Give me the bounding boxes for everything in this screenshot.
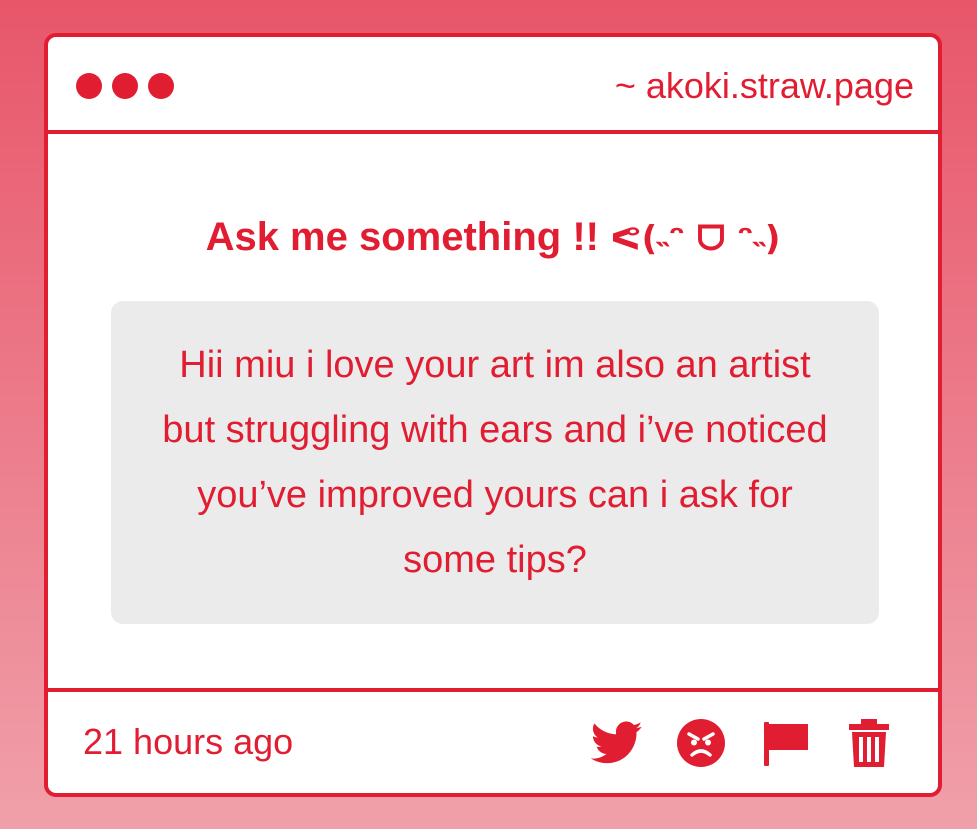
window-controls [76,73,174,99]
twitter-icon [591,721,643,764]
window-dot-2 [112,73,138,99]
report-button[interactable] [758,716,812,770]
angry-face-icon [677,719,725,767]
react-angry-button[interactable] [674,716,728,770]
window-dot-3 [148,73,174,99]
flag-icon [764,722,808,766]
window-dot-1 [76,73,102,99]
question-message-text: Hii miu i love your art im also an artis… [162,343,828,581]
page-title-text: Ask me something !! [205,215,611,259]
trash-icon [849,719,889,767]
page-title: Ask me something !! ᕙ(˵ᵔ ᗜ ᵔ˵) [48,213,938,263]
question-message-box: Hii miu i love your art im also an artis… [111,301,879,624]
delete-button[interactable] [842,716,896,770]
timestamp: 21 hours ago [83,721,294,762]
question-content: Ask me something !! ᕙ(˵ᵔ ᗜ ᵔ˵) Hii miu i… [48,134,938,688]
action-bar [590,716,896,770]
window-titlebar: ~ akoki.straw.page [48,37,938,134]
question-card: ~ akoki.straw.page Ask me something !! ᕙ… [44,33,942,797]
page-title-kaomoji: ᕙ(˵ᵔ ᗜ ᵔ˵) [610,219,781,259]
card-footer: 21 hours ago [48,688,938,793]
page-url: ~ akoki.straw.page [614,65,914,106]
share-twitter-button[interactable] [590,716,644,770]
